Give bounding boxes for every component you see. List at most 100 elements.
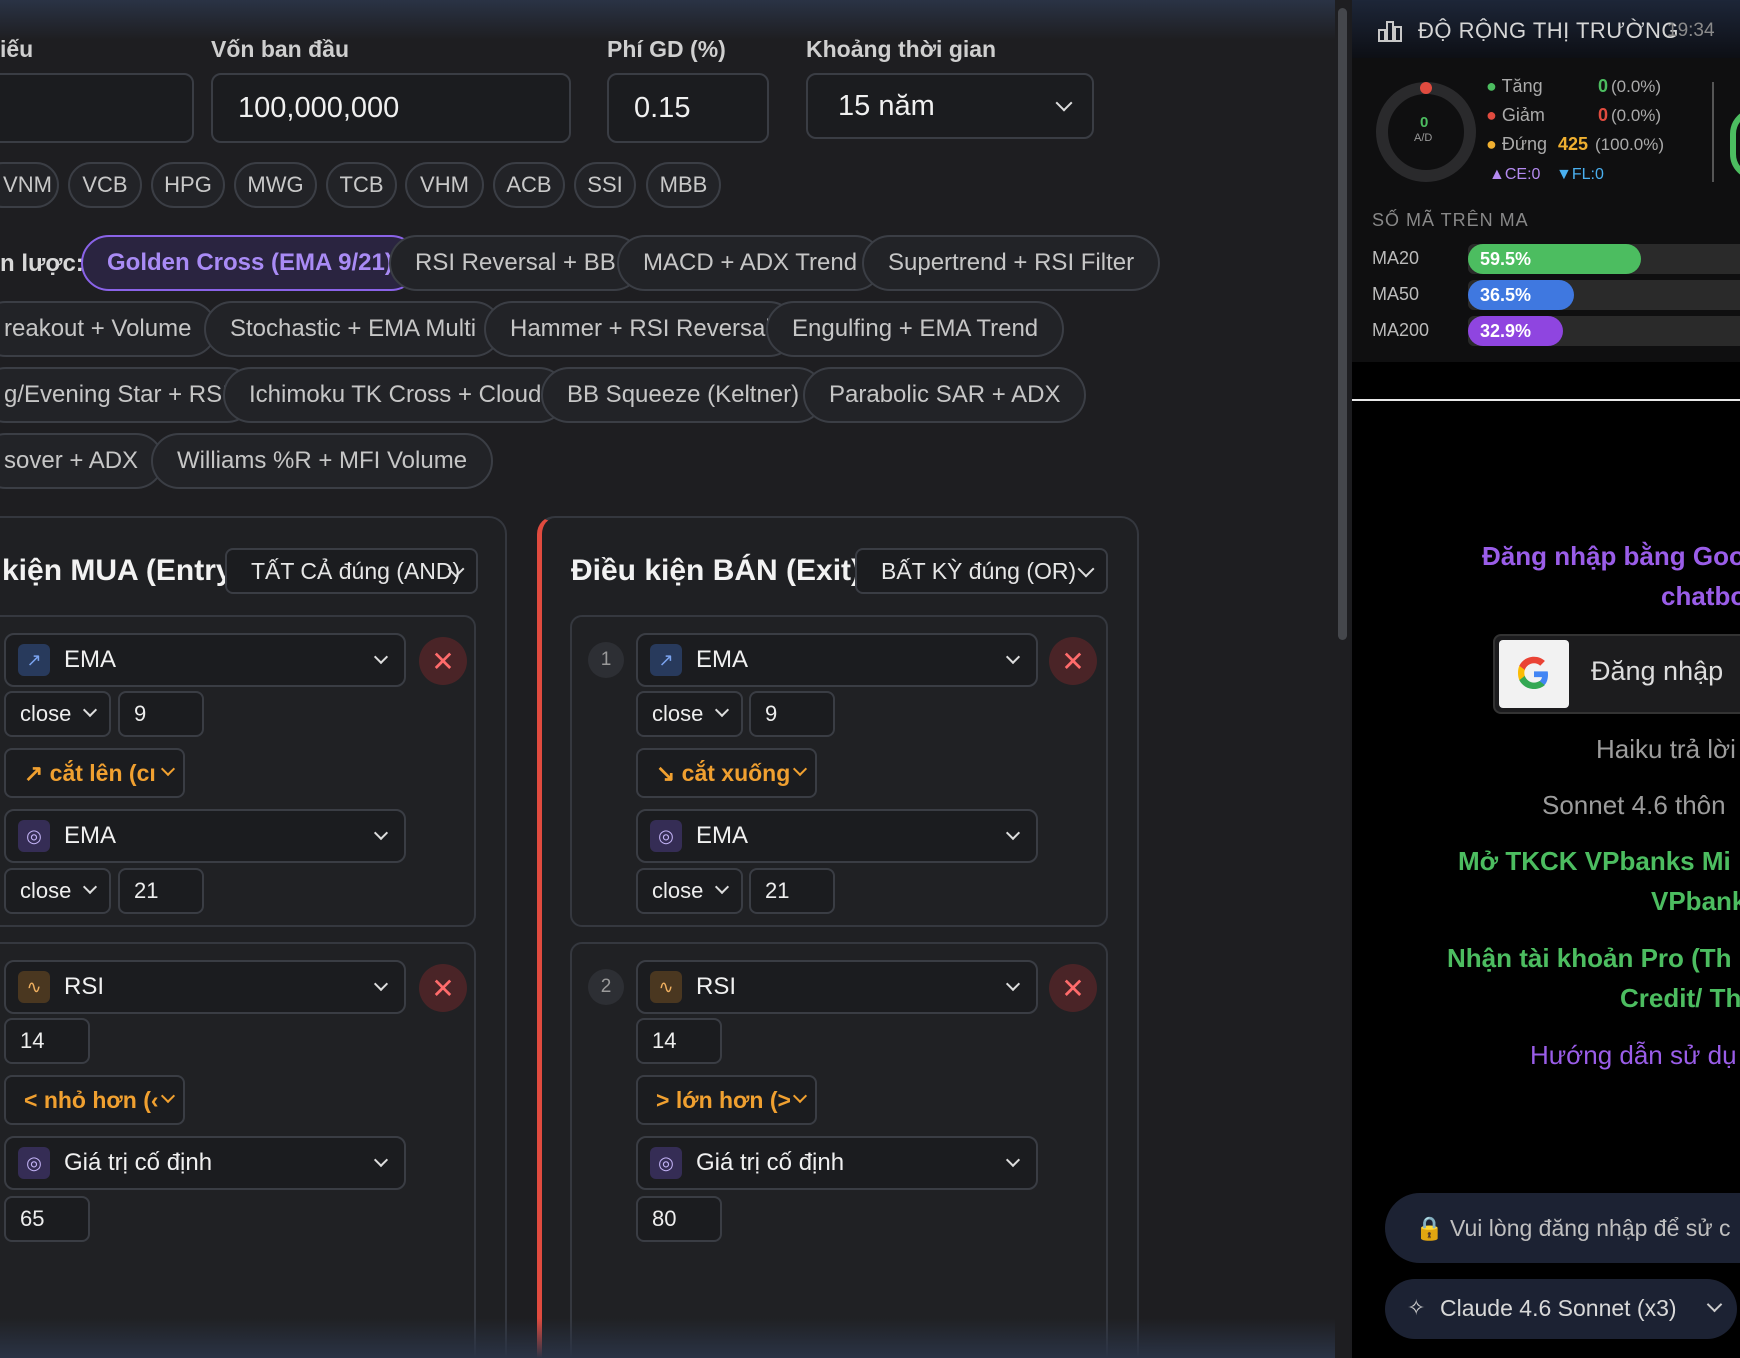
remove-condition-button[interactable]: ✕ <box>419 964 467 1012</box>
chevron-down-icon <box>792 761 808 777</box>
ceiling-count: ▲CE:0 <box>1489 166 1541 183</box>
vpbanks-link-line1[interactable]: Mở TKCK VPbanks Mi <box>1458 846 1731 877</box>
indicator-select[interactable]: ↗ EMA <box>4 633 406 687</box>
period-select[interactable]: 15 năm <box>806 73 1094 139</box>
strategy-pill[interactable]: BB Squeeze (Keltner) <box>541 367 826 423</box>
strategy-pill[interactable]: Hammer + RSI Reversal <box>484 301 797 357</box>
indicator-select[interactable]: ◎ Giá trị cố định <box>4 1136 406 1190</box>
guide-link[interactable]: Hướng dẫn sử dụ <box>1530 1040 1737 1071</box>
vpbanks-link-line2[interactable]: VPbank <box>1651 886 1740 917</box>
strategy-pill[interactable]: Engulfing + EMA Trend <box>766 301 1065 357</box>
right-sidebar: ĐỘ RỘNG THỊ TRƯỜNG 19:34 0 A/D ● Tăng 0 … <box>1352 0 1740 1358</box>
pro-account-link-line2[interactable]: Credit/ Th <box>1620 983 1740 1014</box>
strategy-pill[interactable]: Williams %R + MFI Volume <box>151 433 494 489</box>
ad-value: 0 <box>1420 114 1429 131</box>
period-input[interactable]: 9 <box>118 691 204 737</box>
chevron-down-icon <box>1005 1152 1021 1168</box>
operator-select[interactable]: ↘ cắt xuống <box>636 748 817 798</box>
strategy-pill[interactable]: Stochastic + EMA Multi <box>204 301 503 357</box>
source-select[interactable]: close <box>4 868 111 914</box>
flat-label-text: Đứng <box>1501 134 1547 154</box>
value-input[interactable]: 65 <box>4 1196 90 1242</box>
strategy-pill[interactable]: sover + ADX <box>0 433 165 489</box>
operator-select[interactable]: ↗ cắt lên (cı <box>4 748 185 798</box>
indicator-select[interactable]: ◎ Giá trị cố định <box>636 1136 1038 1190</box>
buy-logic-select[interactable]: TẤT CẢ đúng (AND) <box>225 548 478 594</box>
indicator-select[interactable]: ∿ RSI <box>636 960 1038 1014</box>
capital-input[interactable]: 100,000,000 <box>211 73 571 143</box>
strategy-pill[interactable]: Ichimoku TK Cross + Cloud <box>223 367 568 423</box>
ma50-bar-fill: 36.5% <box>1468 280 1574 310</box>
ma50-bar: 36.5% <box>1468 280 1740 310</box>
operator-select[interactable]: < nhỏ hơn (‹ <box>4 1075 185 1125</box>
ma200-bar: 32.9% <box>1468 316 1740 346</box>
ticker-pill[interactable]: TCB <box>326 162 397 208</box>
chevron-down-icon <box>1077 560 1095 578</box>
ticker-pill[interactable]: VNM <box>0 162 59 208</box>
period-input[interactable]: 21 <box>749 868 835 914</box>
indicator-select[interactable]: ∿ RSI <box>4 960 406 1014</box>
indicator-name: EMA <box>696 822 749 849</box>
strategy-pill[interactable]: Parabolic SAR + ADX <box>803 367 1087 423</box>
fee-label: Phí GD (%) <box>607 36 726 62</box>
pro-account-link-line1[interactable]: Nhận tài khoản Pro (Th <box>1447 943 1732 974</box>
flat-label: ● Đứng <box>1486 134 1547 154</box>
condition-number: 2 <box>588 969 624 1005</box>
ticker-pill[interactable]: SSI <box>574 162 636 208</box>
ticker-pill[interactable]: HPG <box>151 162 225 208</box>
google-login-button[interactable]: Đăng nhập <box>1493 634 1740 714</box>
scrollbar-thumb[interactable] <box>1338 8 1347 640</box>
period-input[interactable]: 21 <box>118 868 204 914</box>
operator-value: < nhỏ hơn (‹ <box>24 1086 159 1113</box>
value-input[interactable]: 80 <box>636 1196 722 1242</box>
ma200-bar-fill: 32.9% <box>1468 316 1564 346</box>
google-icon <box>1499 640 1569 708</box>
chevron-down-icon <box>1055 94 1073 112</box>
ticker-pill[interactable]: MWG <box>234 162 317 208</box>
chevron-down-icon <box>373 1152 389 1168</box>
operator-select[interactable]: > lớn hơn (> <box>636 1075 817 1125</box>
target-icon: ◎ <box>18 1147 50 1179</box>
model-select[interactable]: ✧ Claude 4.6 Sonnet (x3) <box>1385 1279 1737 1339</box>
strategy-pill[interactable]: reakout + Volume <box>0 301 218 357</box>
indicator-select[interactable]: ◎ EMA <box>4 809 406 863</box>
indicator-select[interactable]: ◎ EMA <box>636 809 1038 863</box>
up-label: ● Tăng <box>1486 76 1543 96</box>
sell-logic-select[interactable]: BẤT KỲ đúng (OR) <box>855 548 1108 594</box>
strategy-pill[interactable]: Supertrend + RSI Filter <box>862 235 1161 291</box>
breadth-title: ĐỘ RỘNG THỊ TRƯỜNG <box>1418 18 1679 43</box>
trend-icon: ↗ <box>18 644 50 676</box>
sell-condition-2: 2 ∿ RSI ✕ 14 > lớn hơn (> ◎ Giá trị cố đ… <box>570 942 1108 1358</box>
info-haiku: Haiku trả lời <box>1596 734 1736 764</box>
remove-condition-button[interactable]: ✕ <box>1049 964 1097 1012</box>
indicator-name: EMA <box>696 646 749 673</box>
period-input[interactable]: 14 <box>636 1018 722 1064</box>
indicator-name: RSI <box>696 973 737 1000</box>
chevron-down-icon <box>1005 825 1021 841</box>
buy-condition-1: ↗ EMA ✕ close 9 ↗ cắt lên (cı ◎ EMA clos… <box>0 615 476 927</box>
ma20-bar: 59.5% <box>1468 244 1740 274</box>
ticker-pill[interactable]: VCB <box>68 162 142 208</box>
strategy-pill[interactable]: MACD + ADX Trend <box>617 235 884 291</box>
indicator-select[interactable]: ↗ EMA <box>636 633 1038 687</box>
source-select[interactable]: close <box>636 868 743 914</box>
strategy-pill[interactable]: RSI Reversal + BB <box>389 235 642 291</box>
source-select[interactable]: close <box>4 691 111 737</box>
strategy-pill-selected[interactable]: Golden Cross (EMA 9/21) <box>81 235 419 291</box>
period-input[interactable]: 9 <box>749 691 835 737</box>
strategy-pill[interactable]: g/Evening Star + RSI <box>0 367 255 423</box>
source-select[interactable]: close <box>636 691 743 737</box>
remove-condition-button[interactable]: ✕ <box>419 637 467 685</box>
ticker-pill[interactable]: ACB <box>493 162 565 208</box>
indicator-name: EMA <box>64 822 117 849</box>
fee-input[interactable]: 0.15 <box>607 73 769 143</box>
chat-input-locked[interactable]: 🔒 Vui lòng đăng nhập để sử c <box>1385 1193 1740 1263</box>
chevron-down-icon <box>1005 649 1021 665</box>
up-count: 0 <box>1598 76 1609 96</box>
remove-condition-button[interactable]: ✕ <box>1049 637 1097 685</box>
period-input[interactable]: 14 <box>4 1018 90 1064</box>
ticker-pill[interactable]: VHM <box>405 162 484 208</box>
symbol-input[interactable] <box>0 73 194 143</box>
sparkle-icon: ✧ <box>1407 1295 1426 1320</box>
ticker-pill[interactable]: MBB <box>646 162 721 208</box>
